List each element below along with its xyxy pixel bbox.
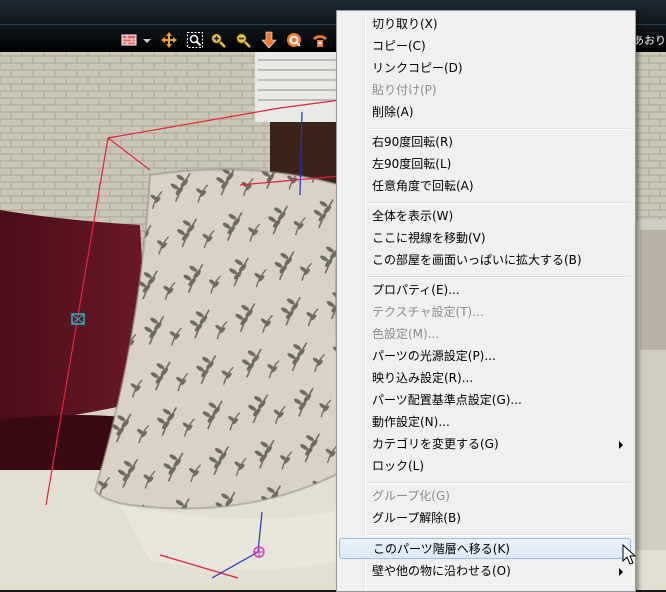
menu-item-label: 色設定(M)...	[372, 327, 440, 341]
menu-item-label: コピー(C)	[372, 39, 426, 53]
menu-item-link-copy[interactable]: リンクコピー(D)	[339, 58, 631, 79]
menu-item-label: テクスチャ設定(T)...	[372, 305, 484, 319]
submenu-arrow-icon	[619, 568, 623, 576]
menu-item-label: この部屋を画面いっぱいに拡大する(B)	[372, 253, 582, 267]
menu-item-label: 切り取り(X)	[372, 17, 438, 31]
menu-item-motion-settings[interactable]: 動作設定(N)...	[339, 412, 631, 433]
menu-item-ungroup[interactable]: グループ解除(B)	[339, 508, 631, 529]
menu-item-light-settings[interactable]: パーツの光源設定(P)...	[339, 346, 631, 367]
menu-item-label: 削除(A)	[372, 105, 414, 119]
menu-item-label: パーツ配置基準点設定(G)...	[372, 393, 522, 407]
menu-item-delete[interactable]: 削除(A)	[339, 102, 631, 123]
menu-item-show-all[interactable]: 全体を表示(W)	[339, 206, 631, 227]
menu-item-rotate-right-90[interactable]: 右90度回転(R)	[339, 132, 631, 153]
menu-item-label: 映り込み設定(R)...	[372, 371, 474, 385]
menu-item-copy[interactable]: コピー(C)	[339, 36, 631, 57]
menu-item-group[interactable]: グループ化(G)	[339, 486, 631, 507]
menu-item-label: ロック(L)	[372, 459, 425, 473]
menu-item-label: 左90度回転(L)	[372, 157, 452, 171]
menu-item-rotate-left-90[interactable]: 左90度回転(L)	[339, 154, 631, 175]
menu-item-texture-settings[interactable]: テクスチャ設定(T)...	[339, 302, 631, 323]
submenu-arrow-icon	[619, 441, 623, 449]
menu-item-label: グループ解除(B)	[372, 511, 461, 525]
zoom-region-icon[interactable]	[185, 30, 205, 50]
menu-item-cut[interactable]: 切り取り(X)	[339, 14, 631, 35]
context-menu: 切り取り(X) コピー(C) リンクコピー(D) 貼り付け(P) 削除(A) 右…	[336, 10, 636, 592]
menu-item-anchor-settings[interactable]: パーツ配置基準点設定(G)...	[339, 390, 631, 411]
zoom-in-icon[interactable]	[208, 30, 228, 50]
menu-item-label: 貼り付け(P)	[372, 83, 437, 97]
menu-item-lock[interactable]: ロック(L)	[339, 456, 631, 477]
menu-item-label: プロパティ(E)...	[372, 283, 460, 297]
menu-separator	[367, 534, 631, 536]
menu-separator	[367, 276, 631, 278]
menu-separator	[367, 202, 631, 204]
wall-texture-icon[interactable]	[120, 30, 140, 50]
menu-item-label: 任意角度で回転(A)	[372, 179, 474, 193]
menu-item-label: ここに視線を移動(V)	[372, 231, 486, 245]
menu-item-label: 壁や他の物に沿わせる(O)	[372, 564, 511, 578]
menu-item-change-category[interactable]: カテゴリを変更する(G)	[339, 434, 631, 455]
menu-item-go-to-part-layer[interactable]: このパーツ階層へ移る(K)	[339, 538, 631, 559]
toolbar-view-label[interactable]: あおり	[633, 32, 666, 48]
rotate-view-icon[interactable]	[284, 30, 304, 50]
menu-item-label: カテゴリを変更する(G)	[372, 437, 499, 451]
mouse-cursor-icon	[622, 544, 636, 565]
menu-item-align-to-wall[interactable]: 壁や他の物に沿わせる(O)	[339, 561, 631, 582]
menu-item-label: リンクコピー(D)	[372, 61, 463, 75]
menu-item-label: グループ化(G)	[372, 489, 450, 503]
dropdown-arrow-icon[interactable]	[141, 30, 153, 50]
menu-separator	[367, 482, 631, 484]
menu-item-reflection-settings[interactable]: 映り込み設定(R)...	[339, 368, 631, 389]
menu-item-move-view-here[interactable]: ここに視線を移動(V)	[339, 228, 631, 249]
zoom-out-icon[interactable]	[233, 30, 253, 50]
menu-item-label: このパーツ階層へ移る(K)	[373, 542, 510, 556]
reset-view-icon[interactable]	[310, 30, 330, 50]
menu-separator	[367, 128, 631, 130]
menu-item-properties[interactable]: プロパティ(E)...	[339, 280, 631, 301]
menu-item-label: パーツの光源設定(P)...	[372, 349, 496, 363]
menu-item-label: 全体を表示(W)	[372, 209, 454, 223]
walk-down-icon[interactable]	[259, 30, 279, 50]
menu-item-color-settings[interactable]: 色設定(M)...	[339, 324, 631, 345]
menu-item-label: 動作設定(N)...	[372, 415, 450, 429]
menu-item-paste[interactable]: 貼り付け(P)	[339, 80, 631, 101]
menu-item-label: 右90度回転(R)	[372, 135, 453, 149]
move-icon[interactable]	[159, 30, 179, 50]
menu-item-zoom-room[interactable]: この部屋を画面いっぱいに拡大する(B)	[339, 250, 631, 271]
menu-item-rotate-arbitrary[interactable]: 任意角度で回転(A)	[339, 176, 631, 197]
